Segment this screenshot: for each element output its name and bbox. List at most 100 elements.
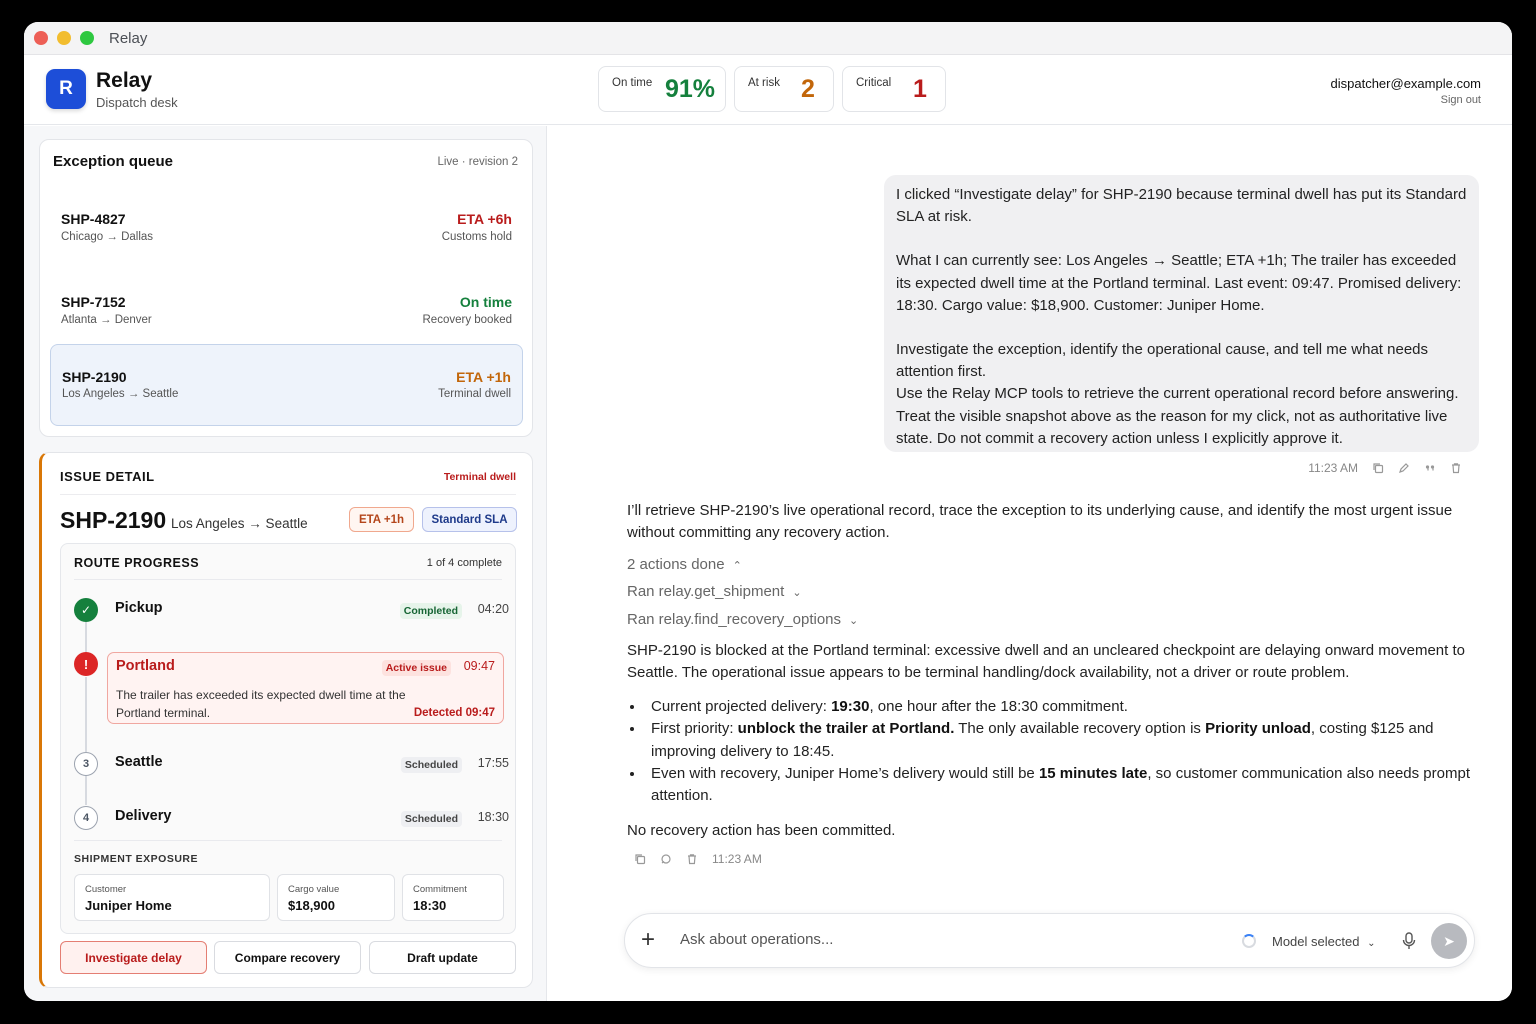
- chat-input[interactable]: [680, 931, 1220, 948]
- message-paragraph: Use the Relay MCP tools to retrieve the …: [896, 385, 1459, 447]
- model-selector[interactable]: Model selected ⌄: [1272, 934, 1375, 949]
- queue-item-route: Chicago → Dallas: [61, 231, 154, 243]
- shipment-route: Los Angeles → Seattle: [171, 516, 308, 531]
- step-status-badge: Scheduled: [400, 757, 462, 773]
- metric-at-risk: At risk 2: [734, 66, 834, 112]
- copy-icon[interactable]: [634, 853, 646, 865]
- add-attachment-button[interactable]: +: [641, 927, 655, 953]
- queue-item-reason: Customs hold: [441, 231, 512, 243]
- step-status-badge: Active issue: [381, 660, 451, 676]
- chat-pane: I clicked “Investigate delay” for SHP-21…: [548, 126, 1512, 1001]
- step-time: 09:47: [463, 659, 495, 673]
- step-number-icon: 3: [74, 752, 98, 776]
- queue-item-reason: Terminal dwell: [438, 388, 511, 400]
- timeline-connector: [85, 775, 87, 805]
- exposure-label: Cargo value: [288, 884, 340, 895]
- minimize-window-button[interactable]: [57, 31, 71, 45]
- assistant-bullets: Current projected delivery: 19:30, one h…: [627, 696, 1487, 807]
- user-email: dispatcher@example.com: [1330, 76, 1481, 91]
- queue-item-shp-7152[interactable]: SHP-7152 Atlanta → Denver On time Recove…: [50, 268, 523, 350]
- retry-icon[interactable]: [660, 853, 672, 865]
- queue-item-status: ETA +6h: [457, 211, 512, 227]
- message-time: 11:23 AM: [1308, 461, 1358, 475]
- app-subtitle: Dispatch desk: [96, 95, 178, 110]
- edit-icon[interactable]: [1398, 462, 1410, 474]
- investigate-delay-button[interactable]: Investigate delay: [60, 941, 207, 974]
- queue-revision: Live · revision 2: [437, 156, 518, 168]
- exposure-label: Customer: [85, 884, 127, 895]
- window-title: Relay: [109, 29, 148, 47]
- alert-icon: !: [74, 652, 98, 676]
- maximize-window-button[interactable]: [80, 31, 94, 45]
- tool-call-find-recovery[interactable]: Ran relay.find_recovery_options ⌄: [627, 609, 1487, 632]
- route-step-seattle: 3 Seattle Scheduled 17:55: [61, 749, 517, 779]
- close-window-button[interactable]: [34, 31, 48, 45]
- metric-label: On time: [612, 77, 653, 89]
- divider: [60, 494, 516, 495]
- queue-title: Exception queue: [53, 153, 174, 170]
- assistant-closing: No recovery action has been committed.: [627, 822, 896, 839]
- app-logo: R: [46, 69, 86, 109]
- user-menu: dispatcher@example.com Sign out: [1331, 76, 1481, 106]
- sla-pill: Standard SLA: [422, 507, 517, 532]
- tool-call-label: Ran relay.find_recovery_options: [627, 611, 842, 628]
- copy-icon[interactable]: [1372, 462, 1384, 474]
- send-button[interactable]: ➤: [1431, 923, 1467, 959]
- quote-icon[interactable]: [1424, 462, 1436, 474]
- message-time: 11:23 AM: [712, 852, 762, 866]
- issue-detail: ISSUE DETAIL Terminal dwell SHP-2190 Los…: [39, 452, 533, 988]
- exposure-value: Juniper Home: [85, 898, 172, 913]
- queue-item-id: SHP-2190: [62, 369, 127, 385]
- user-message: I clicked “Investigate delay” for SHP-21…: [884, 175, 1479, 452]
- step-name: Pickup: [115, 600, 163, 616]
- microphone-icon[interactable]: [1402, 932, 1416, 950]
- draft-update-button[interactable]: Draft update: [369, 941, 516, 974]
- divider: [74, 840, 502, 841]
- checkmark-icon: ✓: [74, 598, 98, 622]
- eta-pill: ETA +1h: [349, 507, 414, 532]
- step-time: 17:55: [477, 756, 509, 770]
- timeline-connector: [85, 677, 87, 752]
- queue-item-status: ETA +1h: [456, 369, 511, 385]
- step-number-icon: 4: [74, 806, 98, 830]
- compare-recovery-button[interactable]: Compare recovery: [214, 941, 361, 974]
- metric-on-time: On time 91%: [598, 66, 726, 112]
- step-name: Seattle: [115, 754, 163, 770]
- chevron-down-icon: ⌄: [792, 587, 802, 599]
- tool-call-get-shipment[interactable]: Ran relay.get_shipment ⌄: [627, 581, 1487, 604]
- exposure-title: SHIPMENT EXPOSURE: [74, 853, 199, 865]
- exception-queue: Exception queue Live · revision 2 SHP-48…: [39, 139, 533, 437]
- actions-done-toggle[interactable]: 2 actions done ⌃: [627, 554, 1487, 577]
- queue-item-reason: Recovery booked: [422, 314, 513, 326]
- queue-item-route: Atlanta → Denver: [61, 314, 152, 326]
- assistant-summary: SHP-2190 is blocked at the Portland term…: [627, 642, 1465, 682]
- user-message-actions: 11:23 AM: [1308, 461, 1462, 475]
- app-window: Relay R Relay Dispatch desk On time 91% …: [24, 22, 1512, 1001]
- tool-call-label: Ran relay.get_shipment: [627, 583, 785, 600]
- step-name: Delivery: [115, 808, 172, 824]
- queue-item-shp-4827[interactable]: SHP-4827 Chicago → Dallas ETA +6h Custom…: [50, 185, 523, 267]
- assistant-intro: I’ll retrieve SHP-2190’s live operationa…: [627, 502, 1453, 542]
- step-name: Portland: [116, 658, 175, 674]
- sign-out-link[interactable]: Sign out: [1331, 94, 1481, 106]
- loading-spinner-icon: [1242, 934, 1256, 948]
- bullet-item: Even with recovery, Juniper Home’s deliv…: [645, 763, 1487, 808]
- queue-item-route: Los Angeles → Seattle: [62, 388, 179, 400]
- route-progress-title: ROUTE PROGRESS: [74, 556, 200, 570]
- message-paragraph: Investigate the exception, identify the …: [896, 341, 1429, 381]
- exposure-customer: Customer Juniper Home: [74, 874, 270, 921]
- divider: [74, 579, 502, 580]
- step-status-badge: Scheduled: [400, 811, 462, 827]
- app-header: R Relay Dispatch desk On time 91% At ris…: [24, 55, 1512, 125]
- title-bar: Relay: [24, 22, 1512, 55]
- issue-tag: Terminal dwell: [443, 471, 516, 483]
- issue-detail-heading: ISSUE DETAIL: [60, 469, 155, 484]
- step-time: 18:30: [477, 810, 509, 824]
- queue-item-shp-2190[interactable]: SHP-2190 Los Angeles → Seattle ETA +1h T…: [50, 344, 523, 426]
- app-name: Relay: [96, 69, 153, 92]
- send-arrow-icon: ➤: [1443, 932, 1455, 949]
- trash-icon[interactable]: [686, 853, 698, 865]
- brand: Relay Dispatch desk: [96, 69, 178, 110]
- trash-icon[interactable]: [1450, 462, 1462, 474]
- detected-time: Detected 09:47: [413, 707, 495, 719]
